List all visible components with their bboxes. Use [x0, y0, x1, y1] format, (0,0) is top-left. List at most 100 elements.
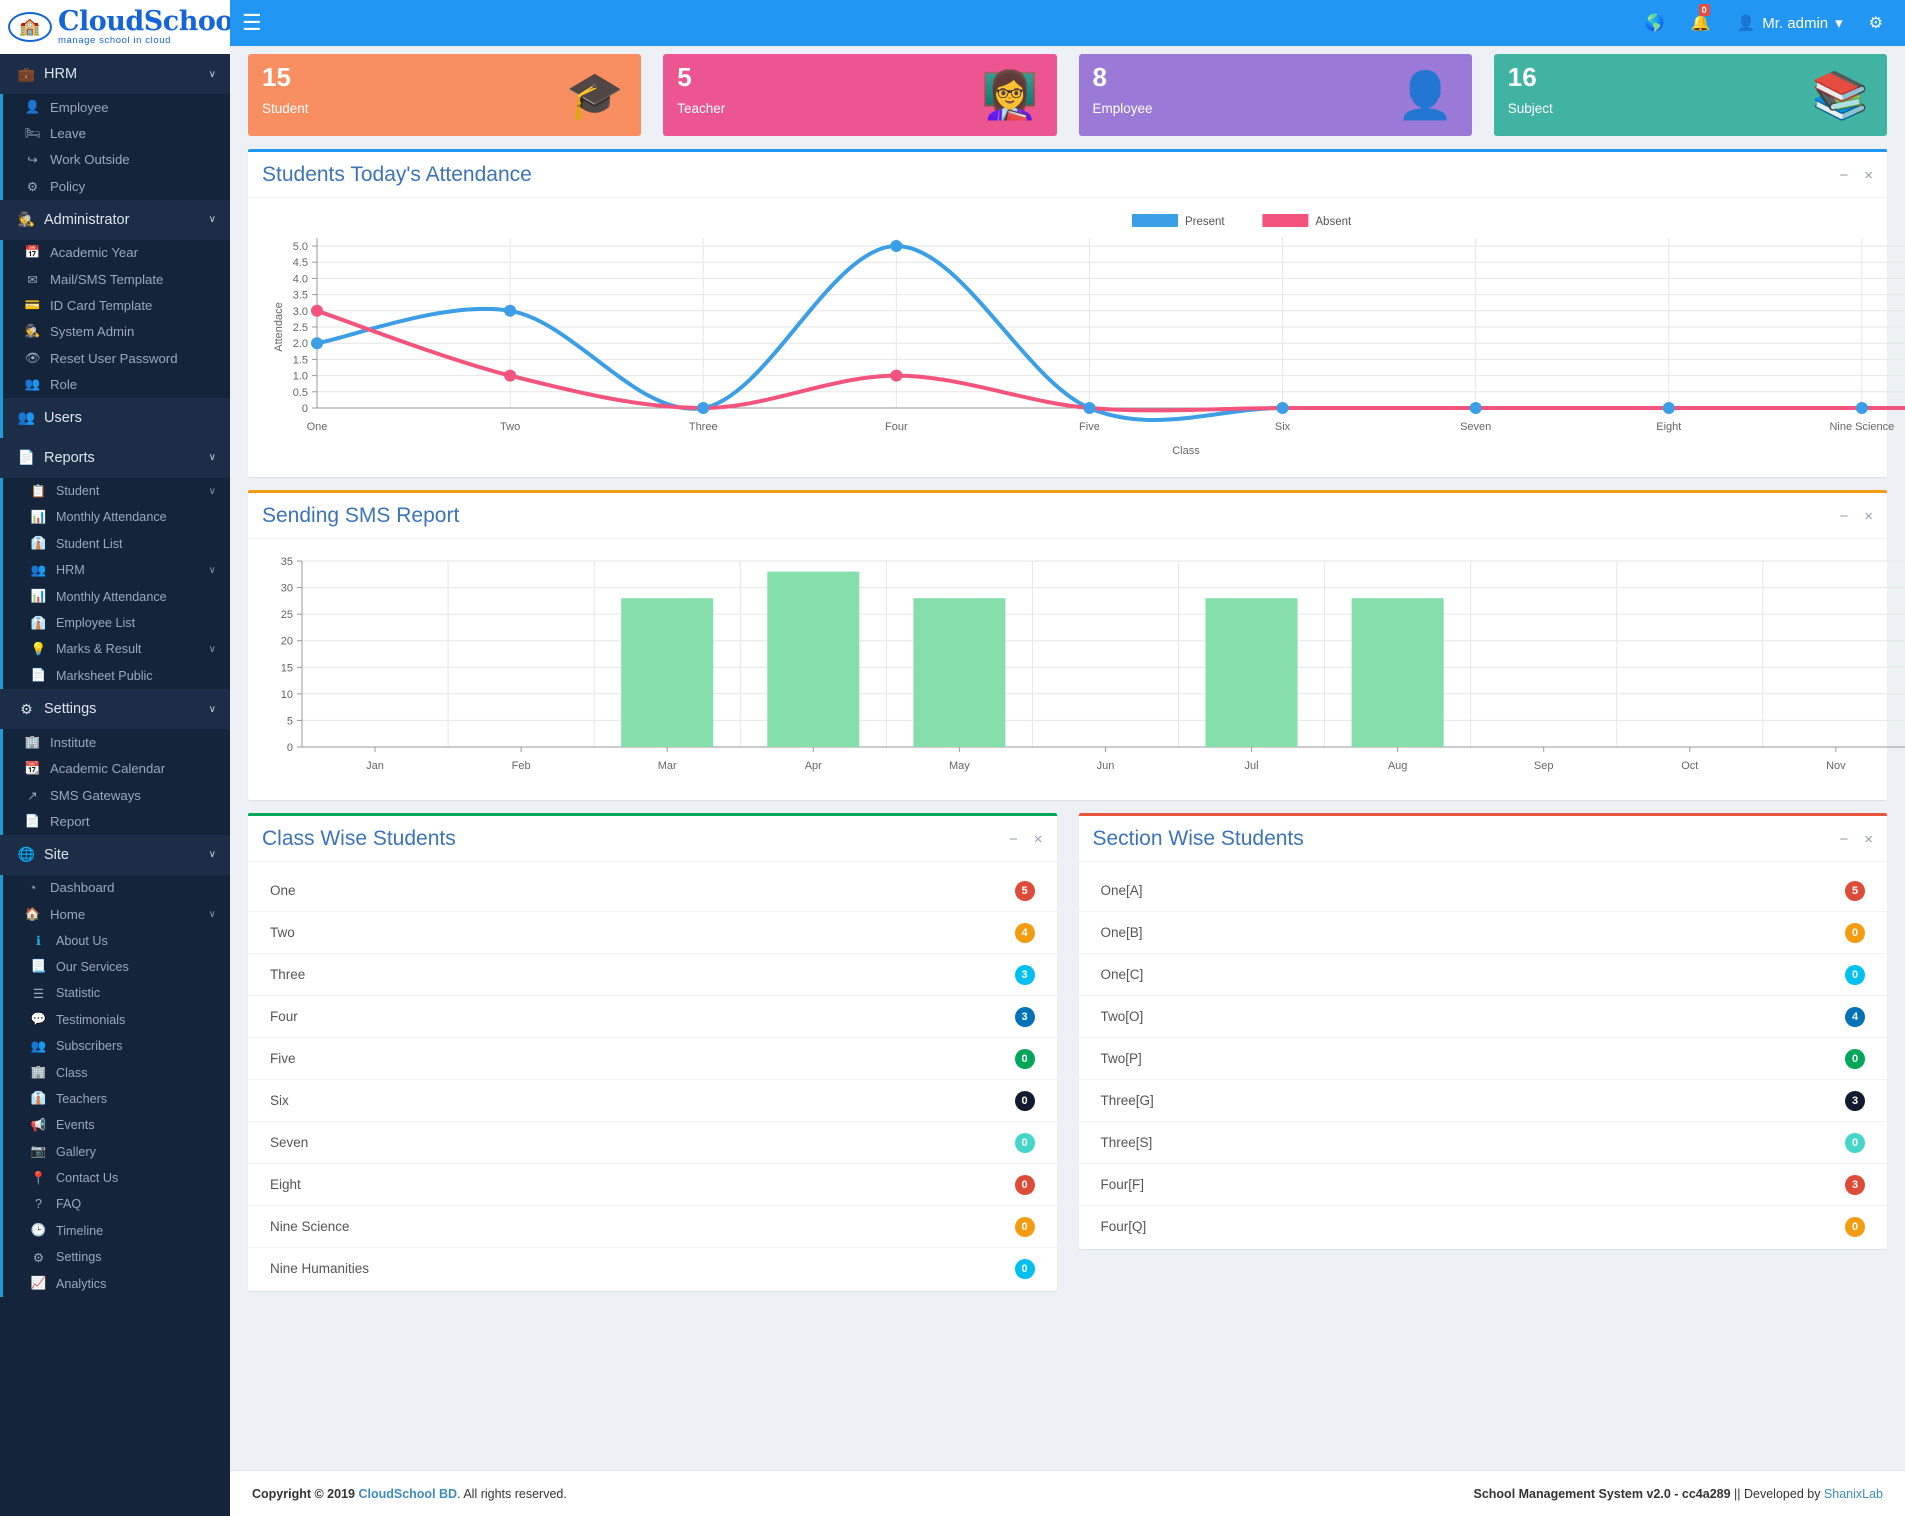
list-item[interactable]: Five 0: [248, 1038, 1057, 1080]
sidebar-item-testimonials[interactable]: 💬 Testimonials: [0, 1006, 230, 1033]
sidebar-item-dashboard[interactable]: ◔ Dashboard: [0, 874, 230, 901]
sidebar-item-academic-year[interactable]: 📅 Academic Year: [0, 239, 230, 266]
sidebar-item-label: Class: [56, 1065, 88, 1080]
stat-card-employee[interactable]: 8 Employee 👤: [1078, 54, 1472, 136]
sidebar-section-hrm[interactable]: 💼 HRM ∨: [0, 54, 230, 94]
sidebar-item-employee[interactable]: 👤 Employee: [0, 94, 230, 121]
sidebar-item-hrm[interactable]: 👥 HRM ∨: [0, 557, 230, 584]
sidebar-item-settings[interactable]: ⚙ Settings: [0, 1244, 230, 1271]
list-item[interactable]: Three[S] 0: [1078, 1122, 1887, 1164]
sidebar-item-monthly-attendance[interactable]: 📊 Monthly Attendance: [0, 504, 230, 531]
sidebar-item-student[interactable]: 📋 Student ∨: [0, 477, 230, 505]
sidebar-section-label: Reports: [44, 449, 95, 466]
list-item[interactable]: Four[Q] 0: [1079, 1206, 1888, 1247]
list-item[interactable]: One 5: [248, 870, 1057, 912]
sidebar-item-report[interactable]: 📄 Report: [0, 808, 230, 835]
list-item[interactable]: Two[P] 0: [1078, 1038, 1887, 1080]
sidebar-item-faq[interactable]: ? FAQ: [0, 1191, 230, 1218]
building-icon: 🏢: [24, 734, 41, 749]
close-button[interactable]: ×: [1864, 168, 1873, 183]
brand-logo[interactable]: 🏫 CloudSchool manage school in cloud: [0, 0, 230, 54]
sidebar-item-monthly-attendance[interactable]: 📊 Monthly Attendance: [0, 583, 230, 610]
bell-icon[interactable]: 🔔 0: [1691, 4, 1711, 33]
list-item[interactable]: Eight 0: [248, 1164, 1057, 1206]
eye-slash-icon: 👁: [24, 350, 41, 365]
sidebar-item-label: Statistic: [56, 986, 101, 1001]
sidebar-item-gallery[interactable]: 📷 Gallery: [0, 1138, 230, 1165]
developer-link[interactable]: ShanixLab: [1824, 1487, 1883, 1501]
list-item[interactable]: Two[O] 4: [1078, 996, 1887, 1038]
list-item[interactable]: Three[G] 3: [1078, 1080, 1887, 1122]
panel-attendance: Students Today's Attendance − × Present A…: [248, 149, 1905, 477]
list-item[interactable]: Four[F] 3: [1078, 1164, 1887, 1206]
sidebar-item-sms-gateways[interactable]: ↗ SMS Gateways: [0, 781, 230, 809]
list-item[interactable]: One[C] 0: [1078, 954, 1887, 996]
minimize-button[interactable]: −: [1839, 832, 1848, 847]
list-item[interactable]: Seven 0: [248, 1122, 1057, 1164]
user-tie-icon: 👔: [30, 536, 47, 551]
cloudschool-link[interactable]: CloudSchool BD: [358, 1487, 457, 1501]
sidebar-item-system-admin[interactable]: 🕵 System Admin: [0, 318, 230, 346]
close-button[interactable]: ×: [1034, 832, 1043, 847]
sidebar-item-institute[interactable]: 🏢 Institute: [0, 729, 230, 756]
sidebar-item-timeline[interactable]: 🕒 Timeline: [0, 1217, 230, 1245]
sidebar-item-teachers[interactable]: 👔 Teachers: [0, 1085, 230, 1113]
stat-card-student[interactable]: 15 Student 🎓: [248, 54, 642, 136]
sidebar-item-users[interactable]: 👥 Users: [0, 397, 230, 438]
sidebar-item-marks-result[interactable]: 💡 Marks & Result ∨: [0, 636, 230, 663]
class-name: One: [270, 883, 296, 898]
globe-icon[interactable]: 🌎: [1645, 13, 1665, 33]
user-tie-icon: 👔: [30, 615, 47, 630]
sidebar-item-role[interactable]: 👥 Role: [0, 371, 230, 398]
sidebar-section-site[interactable]: 🌐 Site ∨: [0, 834, 230, 875]
list-item[interactable]: Four 3: [248, 996, 1057, 1038]
sidebar-item-policy[interactable]: ⚙ Policy: [0, 173, 230, 200]
sidebar-section-administrator[interactable]: 🕵 Administrator ∨: [0, 199, 230, 240]
stat-card-teacher[interactable]: 5 Teacher 👩‍🏫: [663, 54, 1057, 136]
minimize-button[interactable]: −: [1009, 832, 1018, 847]
close-button[interactable]: ×: [1864, 832, 1873, 847]
sidebar-item-subscribers[interactable]: 👥 Subscribers: [0, 1032, 230, 1060]
sidebar-item-about-us[interactable]: ℹ About Us: [0, 927, 230, 954]
sidebar-section-settings[interactable]: ⚙ Settings ∨: [0, 689, 230, 730]
sidebar-item-marksheet-public[interactable]: 📄 Marksheet Public: [0, 662, 230, 690]
list-item[interactable]: One[B] 0: [1078, 912, 1887, 954]
sidebar-section-label: Site: [44, 846, 69, 863]
sidebar-item-label: Gallery: [56, 1144, 96, 1159]
sidebar-item-mail-sms-template[interactable]: ✉ Mail/SMS Template: [0, 265, 230, 293]
sidebar-item-label: Employee: [50, 99, 109, 115]
gear-icon[interactable]: ⚙: [1869, 13, 1883, 33]
close-button[interactable]: ×: [1864, 509, 1873, 524]
svg-text:5.0: 5.0: [293, 241, 308, 253]
sidebar-item-label: Contact Us: [56, 1171, 119, 1186]
minimize-button[interactable]: −: [1839, 509, 1848, 524]
sidebar-item-id-card-template[interactable]: 💳 ID Card Template: [0, 292, 230, 319]
list-item[interactable]: Nine Humanities 0: [248, 1248, 1057, 1289]
sidebar-item-home[interactable]: 🏠 Home ∨: [0, 900, 230, 928]
sidebar-item-work-outside[interactable]: ↪ Work Outside: [0, 146, 230, 174]
list-item[interactable]: Nine Science 0: [248, 1206, 1057, 1248]
sidebar-item-statistic[interactable]: ☰ Statistic: [0, 980, 230, 1007]
sidebar-item-our-services[interactable]: 📃 Our Services: [0, 953, 230, 981]
comments-icon: 💬: [30, 1012, 47, 1027]
sidebar-item-contact-us[interactable]: 📍 Contact Us: [0, 1164, 230, 1192]
list-item[interactable]: One[A] 5: [1078, 870, 1887, 912]
list-item[interactable]: Two 4: [248, 912, 1057, 954]
sidebar-item-reset-user-password[interactable]: 👁 Reset User Password: [0, 345, 230, 372]
sidebar-item-events[interactable]: 📢 Events: [0, 1112, 230, 1139]
sidebar-item-student-list[interactable]: 👔 Student List: [0, 530, 230, 558]
minimize-button[interactable]: −: [1839, 168, 1848, 183]
sidebar-item-academic-calendar[interactable]: 📆 Academic Calendar: [0, 755, 230, 782]
user-menu[interactable]: 👤 Mr. admin ▾: [1737, 14, 1843, 33]
sidebar-item-analytics[interactable]: 📈 Analytics: [0, 1270, 230, 1297]
list-item[interactable]: Three 3: [248, 954, 1057, 996]
svg-text:30: 30: [281, 583, 293, 595]
sidebar-item-leave[interactable]: 🛏 Leave: [0, 120, 230, 147]
sidebar-item-class[interactable]: 🏢 Class: [0, 1059, 230, 1086]
stat-card-subject[interactable]: 16 Subject 📚: [1493, 54, 1887, 136]
hamburger-icon[interactable]: ☰: [242, 12, 262, 34]
svg-text:Attendace: Attendace: [273, 302, 285, 352]
sidebar-section-reports[interactable]: 📄 Reports ∨: [0, 437, 230, 478]
sidebar-item-employee-list[interactable]: 👔 Employee List: [0, 609, 230, 637]
list-item[interactable]: Six 0: [248, 1080, 1057, 1122]
